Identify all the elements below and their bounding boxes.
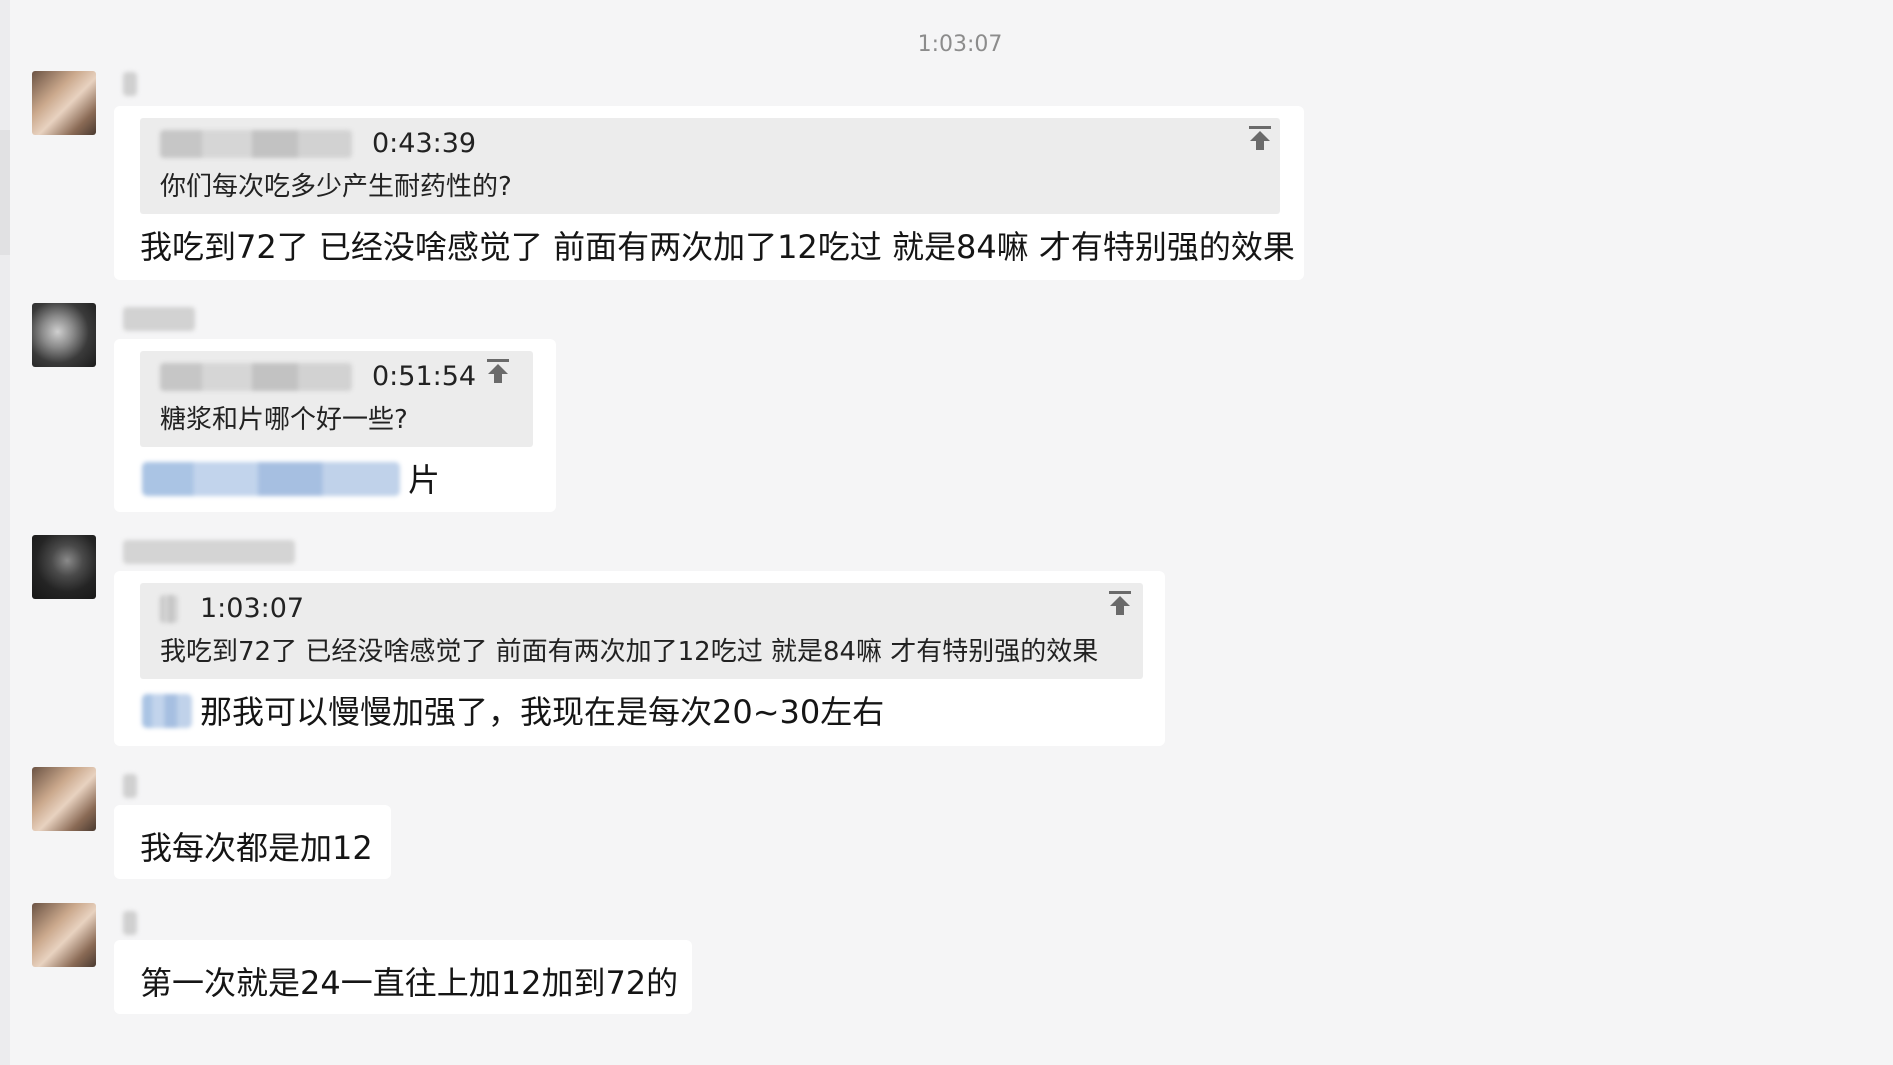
- pin-to-top-icon[interactable]: [485, 357, 511, 385]
- quoted-time: 0:43:39: [372, 128, 477, 159]
- mention-blurred[interactable]: [142, 694, 192, 728]
- sender-avatar[interactable]: [32, 71, 96, 135]
- chat-timestamp: 1:03:07: [917, 32, 1003, 57]
- quoted-time: 1:03:07: [200, 593, 305, 624]
- message-bubble[interactable]: 0:51:54 糖浆和片哪个好一些? 片: [114, 339, 556, 512]
- sender-name-blurred: [123, 540, 295, 564]
- message-text: 我每次都是加12: [140, 829, 373, 867]
- sender-name-blurred: [123, 911, 137, 935]
- message-bubble[interactable]: 0:43:39 你们每次吃多少产生耐药性的? 我吃到72了 已经没啥感觉了 前面…: [114, 106, 1304, 280]
- quoted-sender-name-blurred: [160, 595, 178, 623]
- scroll-indicator: [0, 130, 10, 255]
- pin-to-top-icon[interactable]: [1247, 124, 1273, 152]
- message-bubble[interactable]: 1:03:07 我吃到72了 已经没啥感觉了 前面有两次加了12吃过 就是84嘛…: [114, 571, 1165, 746]
- sender-name-blurred: [123, 774, 137, 798]
- pin-to-top-icon[interactable]: [1107, 589, 1133, 617]
- message-text: 那我可以慢慢加强了，我现在是每次20~30左右: [142, 687, 884, 733]
- sender-name-blurred: [123, 307, 195, 331]
- message-bubble[interactable]: 第一次就是24一直往上加12加到72的: [114, 940, 692, 1014]
- quoted-message[interactable]: 0:43:39 你们每次吃多少产生耐药性的?: [140, 118, 1280, 214]
- message-text: 第一次就是24一直往上加12加到72的: [140, 964, 679, 1002]
- sender-avatar[interactable]: [32, 767, 96, 831]
- message-text-content: 片: [408, 461, 441, 499]
- quoted-text: 糖浆和片哪个好一些?: [160, 405, 408, 435]
- message-text: 我吃到72了 已经没啥感觉了 前面有两次加了12吃过 就是84嘛 才有特别强的效…: [140, 228, 1295, 266]
- message-bubble[interactable]: 我每次都是加12: [114, 805, 391, 879]
- sender-avatar[interactable]: [32, 303, 96, 367]
- quoted-text: 你们每次吃多少产生耐药性的?: [160, 172, 512, 202]
- quoted-sender-name-blurred: [160, 130, 352, 158]
- quoted-message[interactable]: 1:03:07 我吃到72了 已经没啥感觉了 前面有两次加了12吃过 就是84嘛…: [140, 583, 1143, 679]
- message-text: 片: [142, 455, 440, 501]
- sender-avatar[interactable]: [32, 535, 96, 599]
- quoted-sender-name-blurred: [160, 363, 352, 391]
- quoted-message[interactable]: 0:51:54 糖浆和片哪个好一些?: [140, 351, 533, 447]
- quoted-text: 我吃到72了 已经没啥感觉了 前面有两次加了12吃过 就是84嘛 才有特别强的效…: [160, 637, 1099, 667]
- sender-avatar[interactable]: [32, 903, 96, 967]
- quoted-time: 0:51:54: [372, 361, 477, 392]
- message-text-content: 那我可以慢慢加强了，我现在是每次20~30左右: [200, 693, 885, 731]
- mention-blurred[interactable]: [142, 462, 400, 496]
- sender-name-blurred: [123, 72, 137, 96]
